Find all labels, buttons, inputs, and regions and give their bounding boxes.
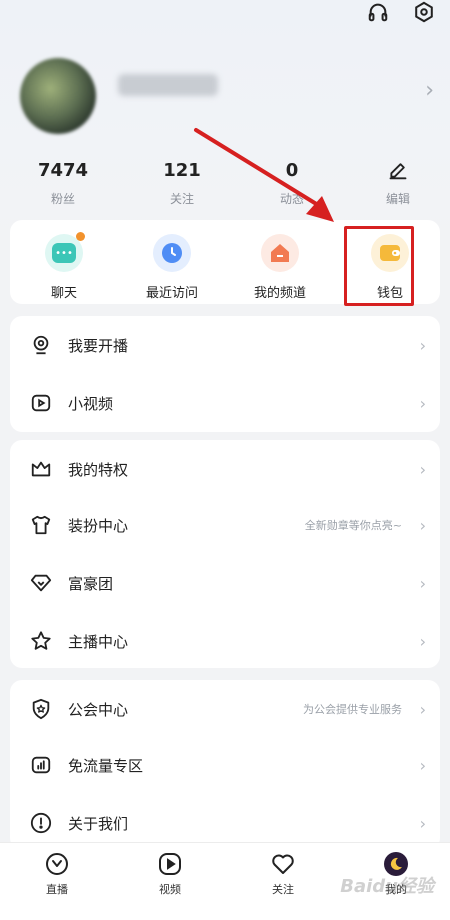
- tab-video-label: 视频: [159, 883, 181, 896]
- diamond-icon: [30, 572, 52, 594]
- headphones-icon[interactable]: [366, 0, 390, 24]
- stat-following[interactable]: 121 关注: [142, 160, 222, 207]
- quick-recent[interactable]: 最近访问: [122, 234, 222, 301]
- menu-item-anchor-center[interactable]: 主播中心 ›: [10, 612, 440, 670]
- stat-posts-label: 动态: [279, 192, 304, 206]
- menu-item-label: 主播中心: [68, 632, 129, 651]
- annotation-highlight-box: [344, 226, 414, 306]
- tab-follow[interactable]: 关注: [253, 851, 313, 897]
- stat-fans-value: 7474: [37, 160, 89, 181]
- menu-item-guild[interactable]: 公会中心 为公会提供专业服务 ›: [10, 680, 440, 738]
- live-tab-icon: [44, 851, 70, 877]
- menu-item-label: 富豪团: [68, 574, 114, 593]
- menu-item-label: 我的特权: [68, 460, 129, 479]
- menu-item-privileges[interactable]: 我的特权 ›: [10, 440, 440, 498]
- menu-item-subtitle: 为公会提供专业服务: [303, 703, 402, 716]
- chevron-right-icon: ›: [419, 755, 426, 775]
- tab-video[interactable]: 视频: [140, 851, 200, 897]
- shield-star-icon: [30, 698, 52, 720]
- quick-channel[interactable]: 我的频道: [230, 234, 330, 301]
- signal-icon: [30, 754, 52, 776]
- menu-item-dressup[interactable]: 装扮中心 全新勋章等你点亮~ ›: [10, 496, 440, 554]
- tab-live-label: 直播: [46, 883, 68, 896]
- stats-bar: 7474 粉丝 121 关注 0 动态 编辑: [0, 160, 450, 210]
- menu-item-label: 免流量专区: [68, 756, 144, 775]
- stat-posts-value: 0: [285, 160, 299, 181]
- tab-follow-label: 关注: [272, 883, 294, 896]
- crown-icon: [30, 458, 52, 480]
- stat-fans[interactable]: 7474 粉丝: [23, 160, 103, 207]
- stat-following-value: 121: [163, 160, 201, 181]
- chevron-right-icon: ›: [419, 573, 426, 593]
- menu-item-label: 小视频: [68, 394, 114, 413]
- broadcast-icon: [30, 334, 52, 356]
- edit-profile-button[interactable]: 编辑: [358, 160, 438, 207]
- stat-posts[interactable]: 0 动态: [252, 160, 332, 207]
- menu-item-subtitle: 全新勋章等你点亮~: [304, 519, 402, 532]
- chevron-right-icon: ›: [419, 393, 426, 413]
- house-icon: [261, 234, 299, 272]
- heart-icon: [270, 851, 296, 877]
- chevron-right-icon: ›: [419, 813, 426, 833]
- watermark: Baidu经验: [340, 876, 434, 897]
- play-circle-icon: [157, 851, 183, 877]
- chevron-right-icon: ›: [419, 459, 426, 479]
- quick-recent-label: 最近访问: [145, 286, 198, 301]
- menu-item-label: 我要开播: [68, 336, 129, 355]
- clock-icon: [153, 234, 191, 272]
- stat-fans-label: 粉丝: [50, 192, 75, 206]
- menu-group-other: 公会中心 为公会提供专业服务 › 免流量专区 › 关于我们 ›: [10, 680, 440, 850]
- profile-header[interactable]: ›: [20, 58, 440, 134]
- menu-group-live: 我要开播 › 小视频 ›: [10, 316, 440, 432]
- stat-following-label: 关注: [169, 192, 194, 206]
- menu-item-label: 关于我们: [68, 814, 129, 833]
- menu-item-label: 公会中心: [68, 700, 129, 719]
- menu-item-label: 装扮中心: [68, 516, 129, 535]
- menu-group-features: 我的特权 › 装扮中心 全新勋章等你点亮~ › 富豪团 › 主播中心 ›: [10, 440, 440, 668]
- chat-icon: •••: [45, 232, 85, 272]
- edit-label: 编辑: [385, 192, 410, 206]
- chevron-right-icon: ›: [419, 335, 426, 355]
- menu-item-free-data[interactable]: 免流量专区 ›: [10, 736, 440, 794]
- quick-chat-label: 聊天: [50, 286, 77, 301]
- menu-item-rich-club[interactable]: 富豪团 ›: [10, 554, 440, 612]
- chevron-right-icon: ›: [419, 631, 426, 651]
- username-blurred: [118, 74, 218, 96]
- menu-item-short-video[interactable]: 小视频 ›: [10, 374, 440, 432]
- video-play-icon: [30, 392, 52, 414]
- chevron-right-icon: ›: [419, 515, 426, 535]
- avatar[interactable]: [20, 58, 96, 134]
- tab-live[interactable]: 直播: [27, 851, 87, 897]
- menu-item-go-live[interactable]: 我要开播 ›: [10, 316, 440, 374]
- pencil-icon: [358, 160, 438, 184]
- quick-chat[interactable]: ••• 聊天: [14, 232, 114, 301]
- info-icon: [30, 812, 52, 834]
- quick-channel-label: 我的频道: [253, 286, 306, 301]
- chevron-right-icon: ›: [419, 699, 426, 719]
- settings-icon[interactable]: [412, 0, 436, 24]
- tshirt-icon: [30, 514, 52, 536]
- star-icon: [30, 630, 52, 652]
- top-toolbar: [366, 0, 436, 24]
- chevron-right-icon[interactable]: ›: [425, 78, 434, 103]
